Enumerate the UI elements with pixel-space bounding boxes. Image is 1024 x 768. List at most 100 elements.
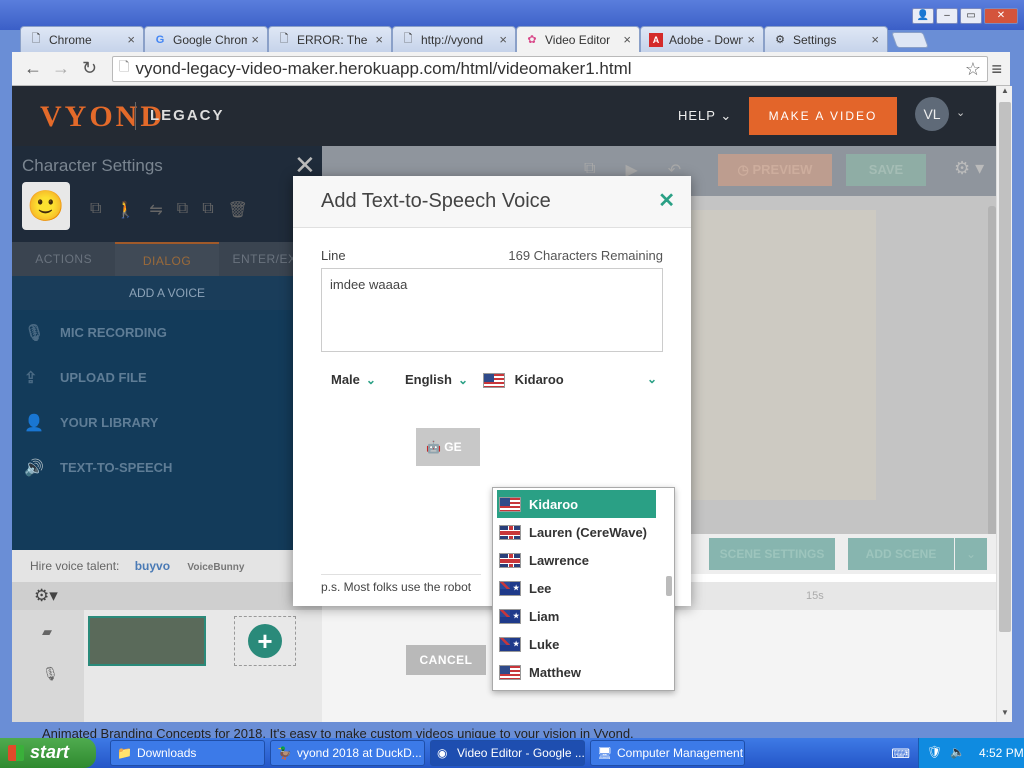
character-thumbnail[interactable]: 🙂 — [22, 182, 70, 230]
tab-error[interactable]: 🗋 ERROR: The r × — [268, 26, 392, 52]
gender-select[interactable]: Male ⌄ — [331, 372, 376, 387]
browser-icon: 🦆 — [277, 746, 292, 760]
reload-icon[interactable]: ↻ — [82, 58, 97, 79]
microphone-icon: 🎙 — [24, 324, 45, 342]
tab-strip: 🗋 Chrome × G Google Chrom × 🗋 ERROR: The… — [20, 26, 929, 52]
option-label: TEXT-TO-SPEECH — [60, 460, 173, 475]
help-menu[interactable]: HELP ⌄ — [678, 108, 732, 124]
close-tab-icon[interactable]: × — [375, 32, 383, 47]
cancel-button[interactable]: CANCEL — [406, 645, 486, 675]
scene-thumbnail[interactable] — [88, 616, 206, 666]
back-arrow-icon[interactable]: ← — [24, 58, 42, 79]
duplicate-icon[interactable]: ⧉ — [202, 200, 213, 220]
voice-option-luke[interactable]: Luke — [493, 630, 674, 658]
gear-icon[interactable]: ⚙▾ — [34, 586, 58, 606]
add-scene-slot[interactable]: + — [234, 616, 296, 666]
close-tab-icon[interactable]: × — [499, 32, 507, 47]
tab-settings[interactable]: ⚙ Settings × — [764, 26, 888, 52]
scroll-thumb[interactable] — [999, 102, 1011, 632]
tab-actions[interactable]: ACTIONS — [12, 242, 115, 276]
walk-icon[interactable]: 🚶 — [115, 200, 135, 220]
microphone-icon: 🎙 — [42, 666, 59, 681]
generate-button[interactable]: 🤖 GE — [416, 428, 480, 466]
page-icon: 🗋 — [403, 33, 413, 45]
line-label: Line — [321, 248, 346, 263]
tab-label: http://vyond — [421, 32, 484, 47]
line-textarea[interactable]: imdee waaaa — [321, 268, 663, 352]
close-tab-icon[interactable]: × — [871, 32, 879, 47]
chevron-down-icon[interactable]: ⌄ — [956, 106, 965, 119]
tab-chrome[interactable]: 🗋 Chrome × — [20, 26, 144, 52]
maximize-button[interactable]: ▭ — [960, 8, 982, 24]
tab-dialog[interactable]: DIALOG — [115, 242, 219, 276]
close-window-button[interactable]: ✕ — [984, 8, 1018, 24]
trash-icon[interactable]: 🗑 — [228, 200, 248, 220]
taskbar: start 📁 Downloads 🦆 vyond 2018 at DuckD...… — [0, 738, 1024, 768]
voice-select[interactable]: Kidaroo ⌄ — [483, 372, 663, 389]
bookmark-star-icon[interactable]: ☆ — [965, 59, 981, 80]
close-icon[interactable]: ✕ — [658, 188, 675, 213]
shield-icon[interactable]: 🛡 — [927, 745, 942, 759]
close-tab-icon[interactable]: × — [623, 32, 631, 47]
page-scrollbar[interactable]: ▲ ▼ — [996, 86, 1012, 722]
copy-icon[interactable]: ⧉ — [90, 200, 101, 220]
modal-title: Add Text-to-Speech Voice — [321, 190, 551, 212]
voice-option-lee[interactable]: Lee — [493, 574, 674, 602]
au-flag-icon — [499, 580, 521, 596]
tab-adobe[interactable]: A Adobe - Down × — [640, 26, 764, 52]
page-icon: 🗋 — [31, 33, 41, 45]
language-select[interactable]: English ⌄ — [405, 372, 468, 387]
dropdown-scrollbar[interactable] — [666, 576, 672, 596]
address-bar[interactable]: 🗋 vyond-legacy-video-maker.herokuapp.com… — [112, 56, 988, 82]
hire-label: Hire voice talent: — [30, 559, 120, 573]
forward-arrow-icon[interactable]: → — [52, 58, 70, 79]
scroll-down-icon[interactable]: ▼ — [997, 708, 1013, 722]
minimize-button[interactable]: – — [936, 8, 958, 24]
app-header: VYOND LEGACY HELP ⌄ MAKE A VIDEO VL ⌄ — [12, 86, 1008, 146]
avatar[interactable]: VL — [915, 97, 949, 131]
upload-file-option[interactable]: ⇪ UPLOAD FILE — [12, 355, 322, 400]
text-to-speech-option[interactable]: 🔊 TEXT-TO-SPEECH — [12, 445, 322, 490]
voice-option-liam[interactable]: Liam — [493, 602, 674, 630]
folder-icon: 📁 — [117, 746, 132, 760]
clock[interactable]: 4:52 PM — [979, 746, 1024, 760]
flip-icon[interactable]: ⇋ — [149, 200, 162, 220]
tab-vyond-url[interactable]: 🗋 http://vyond × — [392, 26, 516, 52]
close-tab-icon[interactable]: × — [127, 32, 135, 47]
timeline-track-icons: ▰ 🎙 — [12, 610, 84, 722]
user-icon[interactable]: 👤 — [912, 8, 934, 24]
option-label: MIC RECORDING — [60, 325, 167, 340]
layer-icon[interactable]: ⧉ — [177, 200, 188, 220]
browser-toolbar: ← → ↻ 🗋 vyond-legacy-video-maker.herokua… — [12, 52, 1010, 86]
buyvo-link[interactable]: buyvo — [135, 559, 170, 573]
keyboard-icon[interactable]: ⌨ — [891, 746, 910, 762]
close-tab-icon[interactable]: × — [747, 32, 755, 47]
panel-title: Character Settings — [22, 156, 163, 175]
tab-video-editor[interactable]: ✿ Video Editor × — [516, 26, 640, 52]
task-computer-management[interactable]: 🖥 Computer Management — [590, 740, 745, 766]
option-label: Kidaroo — [529, 496, 579, 512]
tab-label: Adobe - Down — [669, 32, 744, 47]
new-tab-button[interactable] — [891, 32, 929, 48]
task-duckduckgo[interactable]: 🦆 vyond 2018 at DuckD... — [270, 740, 425, 766]
vyond-logo[interactable]: VYOND — [40, 100, 165, 134]
task-downloads[interactable]: 📁 Downloads — [110, 740, 265, 766]
chevron-down-icon: ⌄ — [646, 372, 657, 386]
volume-icon[interactable]: 🔈 — [950, 745, 965, 759]
scroll-up-icon[interactable]: ▲ — [997, 86, 1013, 100]
voice-option-lauren[interactable]: Lauren (CereWave) — [493, 518, 674, 546]
task-video-editor[interactable]: ◉ Video Editor - Google ... — [430, 740, 585, 766]
character-tools: ⧉ 🚶 ⇋ ⧉ ⧉ 🗑 — [90, 200, 248, 220]
voice-option-lawrence[interactable]: Lawrence — [493, 546, 674, 574]
mic-recording-option[interactable]: 🎙 MIC RECORDING — [12, 310, 322, 355]
voice-option-kidaroo[interactable]: Kidaroo — [497, 490, 656, 518]
make-video-button[interactable]: MAKE A VIDEO — [749, 97, 897, 135]
option-label: Liam — [529, 608, 560, 624]
tab-google-chrome[interactable]: G Google Chrom × — [144, 26, 268, 52]
start-button[interactable]: start — [0, 738, 96, 768]
voice-option-matthew[interactable]: Matthew — [493, 658, 674, 686]
your-library-option[interactable]: 👤 YOUR LIBRARY — [12, 400, 322, 445]
voicebunny-link[interactable]: VoiceBunny — [187, 562, 244, 573]
close-tab-icon[interactable]: × — [251, 32, 259, 47]
browser-menu-icon[interactable]: ≡ — [991, 59, 1002, 80]
